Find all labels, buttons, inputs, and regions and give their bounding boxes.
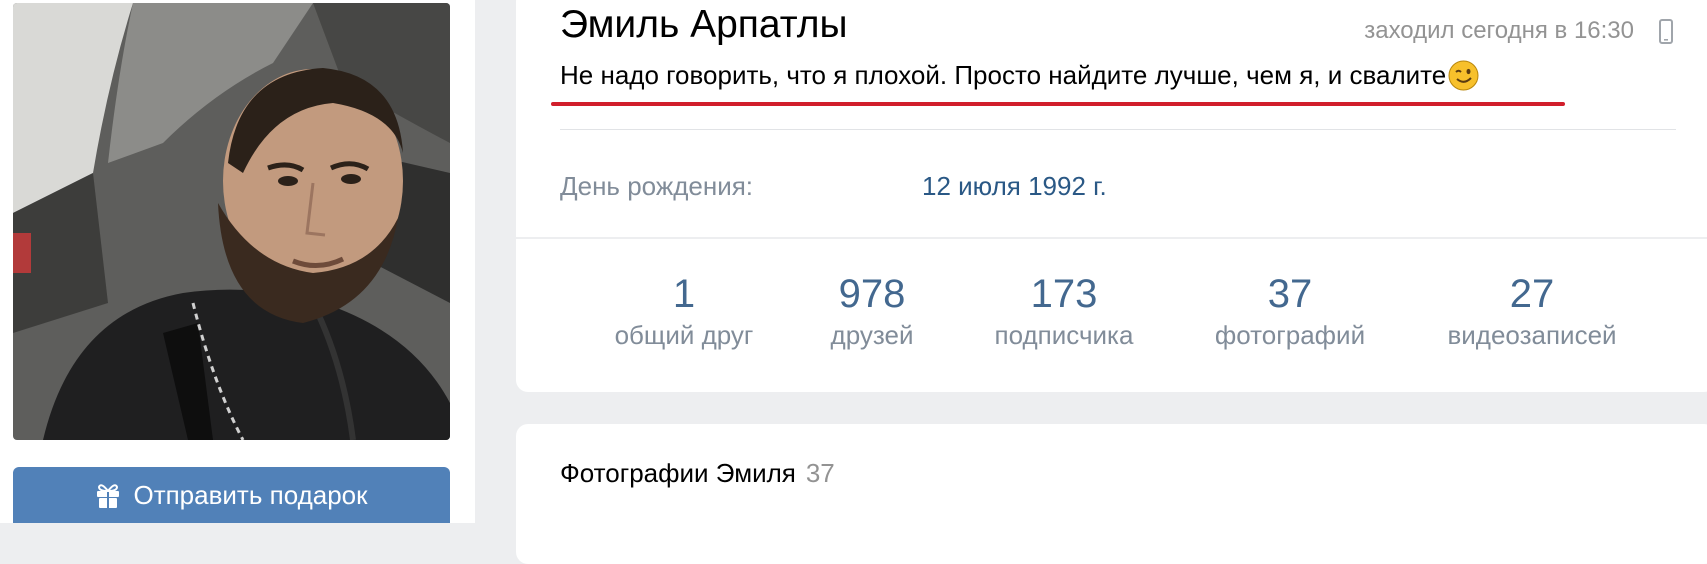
birthday-value[interactable]: 12 июля 1992 г. xyxy=(922,171,1107,202)
counter-photos[interactable]: 37 фотографий xyxy=(1215,272,1365,352)
counter-label: видеозаписей xyxy=(1447,320,1617,350)
header-divider xyxy=(560,129,1676,130)
profile-status[interactable]: Не надо говорить, что я плохой. Просто н… xyxy=(560,60,1479,91)
photos-card xyxy=(516,424,1707,564)
left-column: Отправить подарок xyxy=(0,0,475,523)
counter-followers[interactable]: 173 подписчика xyxy=(995,272,1134,352)
online-status: заходил сегодня в 16:30 xyxy=(1364,17,1634,44)
profile-avatar[interactable] xyxy=(13,3,450,440)
counter-label: общий друг xyxy=(614,320,754,350)
counter-value: 27 xyxy=(1509,272,1555,316)
status-underline xyxy=(551,102,1565,106)
photos-header[interactable]: Фотографии Эмиля 37 xyxy=(560,458,835,489)
winking-face-emoji xyxy=(1448,60,1479,91)
photos-count: 37 xyxy=(805,458,835,488)
counter-videos[interactable]: 27 видеозаписей xyxy=(1447,272,1616,352)
counter-friends[interactable]: 978 друзей xyxy=(831,272,914,352)
counter-mutual-friends[interactable]: 1 общий друг xyxy=(615,272,754,352)
send-gift-label: Отправить подарок xyxy=(133,479,368,510)
send-gift-button[interactable]: Отправить подарок xyxy=(13,467,450,523)
profile-name: Эмиль Арпатлы xyxy=(560,3,848,46)
counter-label: друзей xyxy=(830,320,914,350)
counter-value: 1 xyxy=(672,272,696,316)
profile-status-text: Не надо говорить, что я плохой. Просто н… xyxy=(560,60,1447,90)
counter-label: фотографий xyxy=(1214,320,1366,350)
birthday-label: День рождения: xyxy=(560,171,754,201)
section-separator xyxy=(516,237,1707,239)
counter-value: 37 xyxy=(1267,272,1313,316)
counter-value: 978 xyxy=(838,272,906,316)
counter-label: подписчика xyxy=(994,320,1134,350)
counter-value: 173 xyxy=(1030,272,1098,316)
photos-title: Фотографии Эмиля xyxy=(560,458,796,488)
mobile-phone-icon xyxy=(1659,19,1673,44)
gift-icon xyxy=(97,484,120,508)
